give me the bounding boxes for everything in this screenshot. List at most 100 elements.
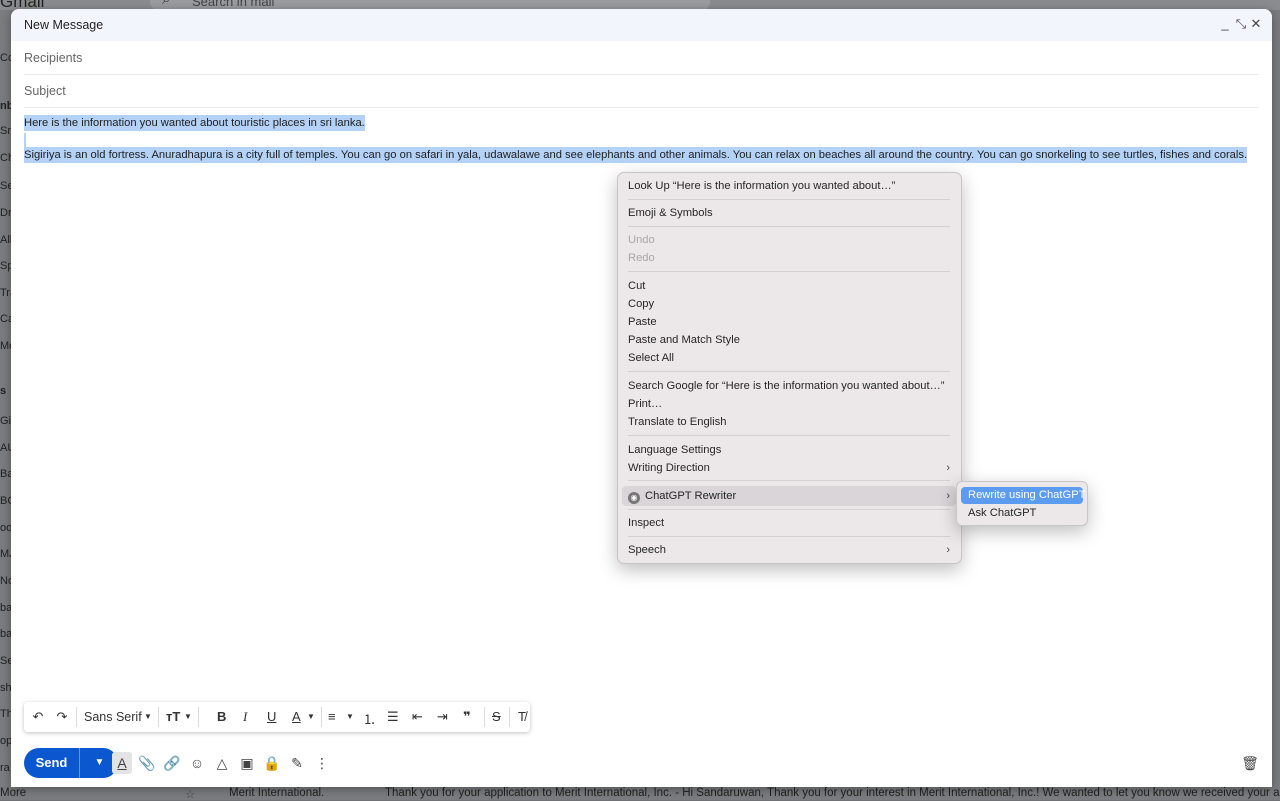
chevron-down-icon[interactable]: ▼ bbox=[184, 712, 192, 728]
subject-field[interactable]: Subject bbox=[24, 75, 1259, 108]
text-color-icon[interactable]: A bbox=[292, 709, 301, 725]
menu-item-look-up[interactable]: Look Up “Here is the information you wan… bbox=[628, 177, 948, 195]
sidebar-fragment: nb bbox=[0, 100, 11, 112]
sidebar-more-label: More bbox=[0, 787, 27, 799]
menu-item-emoji-symbols[interactable]: Emoji & Symbols bbox=[628, 204, 948, 222]
signature-icon[interactable]: ✎ bbox=[288, 755, 306, 773]
sidebar-fragment: Ba bbox=[0, 468, 11, 480]
undo-icon[interactable]: ↶ bbox=[30, 709, 46, 725]
send-button[interactable]: Send bbox=[24, 748, 79, 778]
drive-icon[interactable]: △ bbox=[213, 755, 231, 773]
bold-icon[interactable]: B bbox=[217, 709, 226, 725]
bulleted-list-icon[interactable]: ☰ bbox=[387, 709, 399, 725]
menu-item-paste-match-style[interactable]: Paste and Match Style bbox=[628, 331, 948, 349]
sidebar-fragment: Se bbox=[0, 180, 11, 192]
formatting-options-icon[interactable]: A bbox=[112, 752, 132, 774]
confidential-mode-icon[interactable]: 🔒 bbox=[263, 755, 281, 773]
discard-draft-icon[interactable]: 🗑 bbox=[1241, 755, 1259, 773]
chevron-down-icon[interactable]: ▼ bbox=[346, 712, 354, 728]
submenu-item-ask[interactable]: Ask ChatGPT bbox=[968, 505, 1036, 522]
numbered-list-icon[interactable]: ⒈ bbox=[363, 709, 376, 727]
menu-separator bbox=[628, 435, 950, 436]
chevron-down-icon[interactable]: ▼ bbox=[307, 712, 315, 728]
sidebar-fragment: AU bbox=[0, 442, 11, 454]
menu-separator bbox=[628, 536, 950, 537]
indent-less-icon[interactable]: ⇤ bbox=[412, 709, 423, 725]
menu-separator bbox=[628, 509, 950, 510]
menu-item-select-all[interactable]: Select All bbox=[628, 349, 948, 367]
font-size-icon[interactable]: тT bbox=[166, 709, 180, 725]
formatting-toolbar: ↶ ↷ Sans Serif ▼ тT ▼ B I U A ▼ ≡ ▼ ⒈ ☰ … bbox=[24, 702, 530, 732]
menu-item-search-google[interactable]: Search Google for “Here is the informati… bbox=[628, 377, 948, 395]
sidebar-fragment: Se bbox=[0, 655, 11, 667]
sidebar-fragment: Sp bbox=[0, 260, 11, 272]
align-icon[interactable]: ≡ bbox=[328, 709, 336, 725]
toolbar-divider bbox=[198, 707, 199, 727]
toolbar-divider bbox=[509, 707, 510, 727]
emoji-icon[interactable]: ☺ bbox=[188, 755, 206, 773]
gmail-sidebar-fragments: Co nb Sn Ch Se Dr All Sp Tra Ca Mo s Gi … bbox=[0, 30, 11, 800]
sidebar-fragment: Ch bbox=[0, 152, 11, 164]
sidebar-fragment: Tra bbox=[0, 287, 11, 299]
sidebar-fragment: All bbox=[0, 234, 11, 246]
sidebar-fragment: Sn bbox=[0, 125, 11, 137]
menu-item-undo: Undo bbox=[628, 234, 655, 246]
redo-icon[interactable]: ↷ bbox=[54, 709, 70, 725]
menu-item-writing-direction[interactable]: Writing Direction › bbox=[628, 459, 950, 477]
menu-item-speech[interactable]: Speech › bbox=[628, 541, 950, 559]
sidebar-fragment: Gi bbox=[0, 415, 11, 427]
sidebar-fragment: oo bbox=[0, 522, 11, 534]
toolbar-divider bbox=[158, 707, 159, 727]
more-options-icon[interactable]: ⋮ bbox=[313, 755, 331, 773]
toolbar-divider bbox=[76, 707, 77, 727]
quote-icon[interactable]: ❞ bbox=[463, 709, 471, 725]
sidebar-fragment: No bbox=[0, 575, 11, 587]
menu-item-translate[interactable]: Translate to English bbox=[628, 413, 948, 431]
recipients-placeholder: Recipients bbox=[24, 51, 83, 65]
chevron-right-icon: › bbox=[946, 544, 950, 556]
strikethrough-icon[interactable]: S bbox=[492, 709, 501, 725]
attach-file-icon[interactable]: 📎 bbox=[138, 755, 156, 773]
font-family-select[interactable]: Sans Serif bbox=[84, 710, 142, 726]
sidebar-fragment: Co bbox=[0, 52, 11, 64]
menu-item-copy[interactable]: Copy bbox=[628, 295, 948, 313]
sidebar-fragment: Mo bbox=[0, 340, 11, 352]
insert-link-icon[interactable]: 🔗 bbox=[163, 755, 181, 773]
sidebar-fragment: op bbox=[0, 735, 11, 747]
menu-item-redo: Redo bbox=[628, 252, 655, 264]
menu-separator bbox=[628, 199, 950, 200]
insert-photo-icon[interactable]: ▣ bbox=[238, 755, 256, 773]
minimize-icon[interactable]: _ bbox=[1218, 16, 1232, 32]
body-line-1: Here is the information you wanted about… bbox=[24, 115, 365, 131]
context-menu: Look Up “Here is the information you wan… bbox=[617, 172, 962, 564]
menu-item-cut[interactable]: Cut bbox=[628, 277, 948, 295]
inbox-row-snippet: Thank you for your application to Merit … bbox=[385, 787, 1280, 799]
star-icon[interactable]: ☆ bbox=[185, 787, 195, 801]
remove-formatting-icon[interactable]: T̸ bbox=[518, 709, 526, 725]
recipients-field[interactable]: Recipients bbox=[24, 42, 1259, 75]
menu-item-language-settings[interactable]: Language Settings bbox=[628, 441, 948, 459]
exit-fullscreen-icon[interactable]: ⤡ bbox=[1234, 16, 1248, 32]
chatgpt-extension-icon: ◉ bbox=[628, 492, 640, 504]
menu-separator bbox=[628, 226, 950, 227]
menu-item-print[interactable]: Print… bbox=[628, 395, 948, 413]
indent-more-icon[interactable]: ⇥ bbox=[437, 709, 448, 725]
menu-item-inspect[interactable]: Inspect bbox=[628, 514, 948, 532]
menu-item-paste[interactable]: Paste bbox=[628, 313, 948, 331]
menu-separator bbox=[628, 371, 950, 372]
underline-icon[interactable]: U bbox=[267, 709, 276, 725]
search-icon: ⌕ bbox=[162, 0, 170, 8]
close-icon[interactable]: ✕ bbox=[1249, 16, 1263, 32]
submenu-item-rewrite[interactable]: Rewrite using ChatGPT bbox=[968, 487, 1086, 504]
chevron-down-icon[interactable]: ▼ bbox=[144, 712, 152, 728]
sidebar-fragment: Th bbox=[0, 708, 11, 720]
send-divider bbox=[79, 748, 80, 778]
chevron-right-icon: › bbox=[946, 490, 950, 502]
sidebar-fragment: ra bbox=[0, 762, 10, 774]
italic-icon[interactable]: I bbox=[243, 709, 247, 725]
compose-title: New Message bbox=[24, 18, 104, 32]
inbox-row[interactable]: More ☆ Merit International. Thank you fo… bbox=[0, 787, 1280, 801]
menu-item-label: ChatGPT Rewriter bbox=[645, 490, 737, 502]
search-placeholder: Search in mail bbox=[192, 0, 275, 9]
menu-item-chatgpt-rewriter[interactable]: ◉ ChatGPT Rewriter › bbox=[628, 487, 950, 505]
